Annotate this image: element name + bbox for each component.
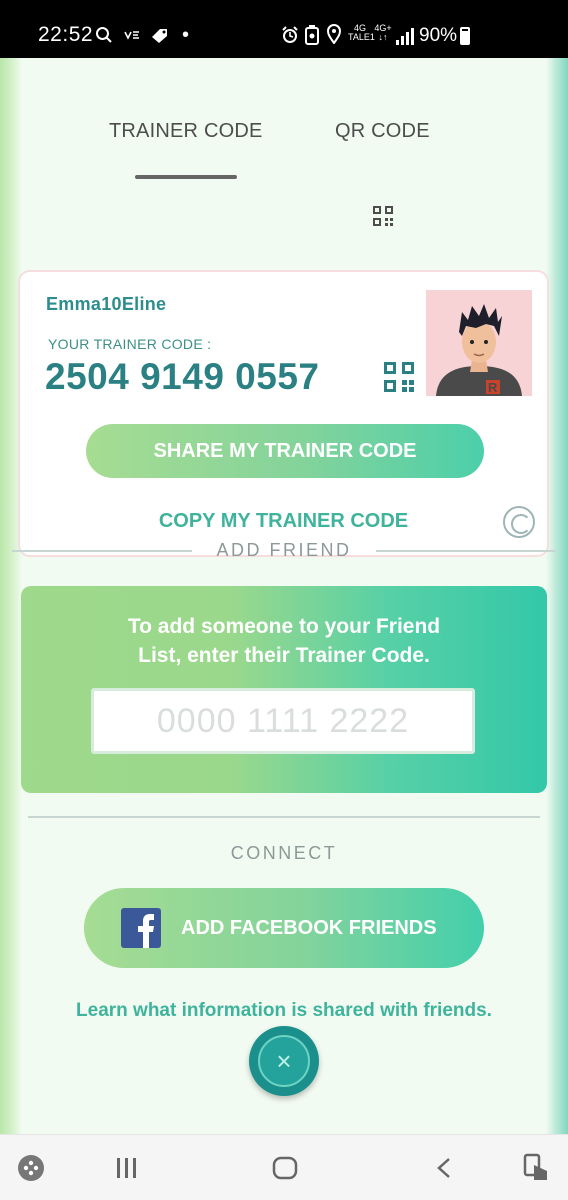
screenshot-edit-icon[interactable]	[522, 1153, 550, 1183]
tab-trainer-code[interactable]: TRAINER CODE	[109, 120, 263, 143]
add-friend-section-title: ADD FRIEND	[216, 540, 352, 560]
clock: 22:52	[38, 23, 94, 46]
friend-screen: TRAINER CODE QR CODE Emma10Eline YOUR TR…	[0, 58, 568, 1134]
trainer-code-label: YOUR TRAINER CODE :	[48, 336, 212, 352]
qr-code-icon[interactable]	[384, 362, 414, 392]
trainer-username: Emma10Eline	[46, 294, 167, 314]
add-friend-instructions: To add someone to your Friend List, ente…	[21, 612, 547, 670]
network-type-2: 4G+ ↓↑	[372, 24, 394, 42]
battery-percent: 90%	[419, 25, 458, 46]
location-icon	[327, 24, 341, 44]
battery-icon	[460, 27, 470, 45]
navigation-bar	[0, 1134, 568, 1200]
network-type-1-bottom: TALE1	[348, 32, 375, 42]
active-tab-indicator	[135, 175, 237, 179]
carrier-logo-icon	[124, 31, 139, 40]
signal-strength-icon	[396, 28, 414, 45]
share-trainer-code-button[interactable]: SHARE MY TRAINER CODE	[86, 424, 484, 478]
trainer-avatar: R	[426, 290, 532, 396]
copy-trainer-code-link[interactable]: COPY MY TRAINER CODE	[20, 510, 547, 533]
tab-qr-code[interactable]: QR CODE	[335, 120, 430, 143]
network-type-2-bottom: ↓↑	[378, 32, 388, 42]
status-bar: 22:52 • 4G TALE1 4G+ ↓↑ 90%	[0, 0, 568, 58]
divider-right	[376, 550, 556, 552]
add-friend-panel: To add someone to your Friend List, ente…	[21, 586, 547, 793]
connect-divider	[28, 816, 540, 818]
divider-left	[12, 550, 192, 552]
connect-section-title: CONNECT	[230, 843, 338, 863]
add-friend-instruction-line2: List, enter their Trainer Code.	[138, 644, 430, 667]
add-facebook-friends-button[interactable]: ADD FACEBOOK FRIENDS	[84, 888, 484, 968]
recent-apps-icon[interactable]	[115, 1157, 139, 1179]
add-friend-instruction-line1: To add someone to your Friend	[127, 615, 441, 638]
notification-dot-icon: •	[182, 24, 190, 46]
game-launcher-icon[interactable]	[17, 1154, 45, 1182]
search-icon	[96, 27, 112, 43]
alarm-icon	[282, 26, 298, 43]
trainer-card: Emma10Eline YOUR TRAINER CODE : 2504 914…	[18, 270, 549, 557]
network-type-1: 4G TALE1	[348, 24, 375, 42]
tag-icon	[152, 29, 167, 43]
close-button[interactable]: ×	[249, 1026, 319, 1096]
home-icon[interactable]	[272, 1156, 298, 1180]
friend-trainer-code-input[interactable]	[91, 688, 475, 754]
close-icon: ×	[258, 1035, 310, 1087]
learn-shared-info-link[interactable]: Learn what information is shared with fr…	[0, 1000, 568, 1022]
facebook-icon	[121, 908, 161, 948]
svg-text:R: R	[488, 380, 498, 395]
app-badge-icon	[305, 25, 319, 45]
avatar-figure-icon: R	[436, 304, 522, 396]
trainer-code-value: 2504 9149 0557	[45, 356, 320, 397]
qr-code-icon[interactable]	[373, 206, 393, 226]
back-icon[interactable]	[434, 1157, 454, 1179]
facebook-button-label: ADD FACEBOOK FRIENDS	[181, 917, 437, 939]
refresh-icon[interactable]	[503, 506, 535, 538]
